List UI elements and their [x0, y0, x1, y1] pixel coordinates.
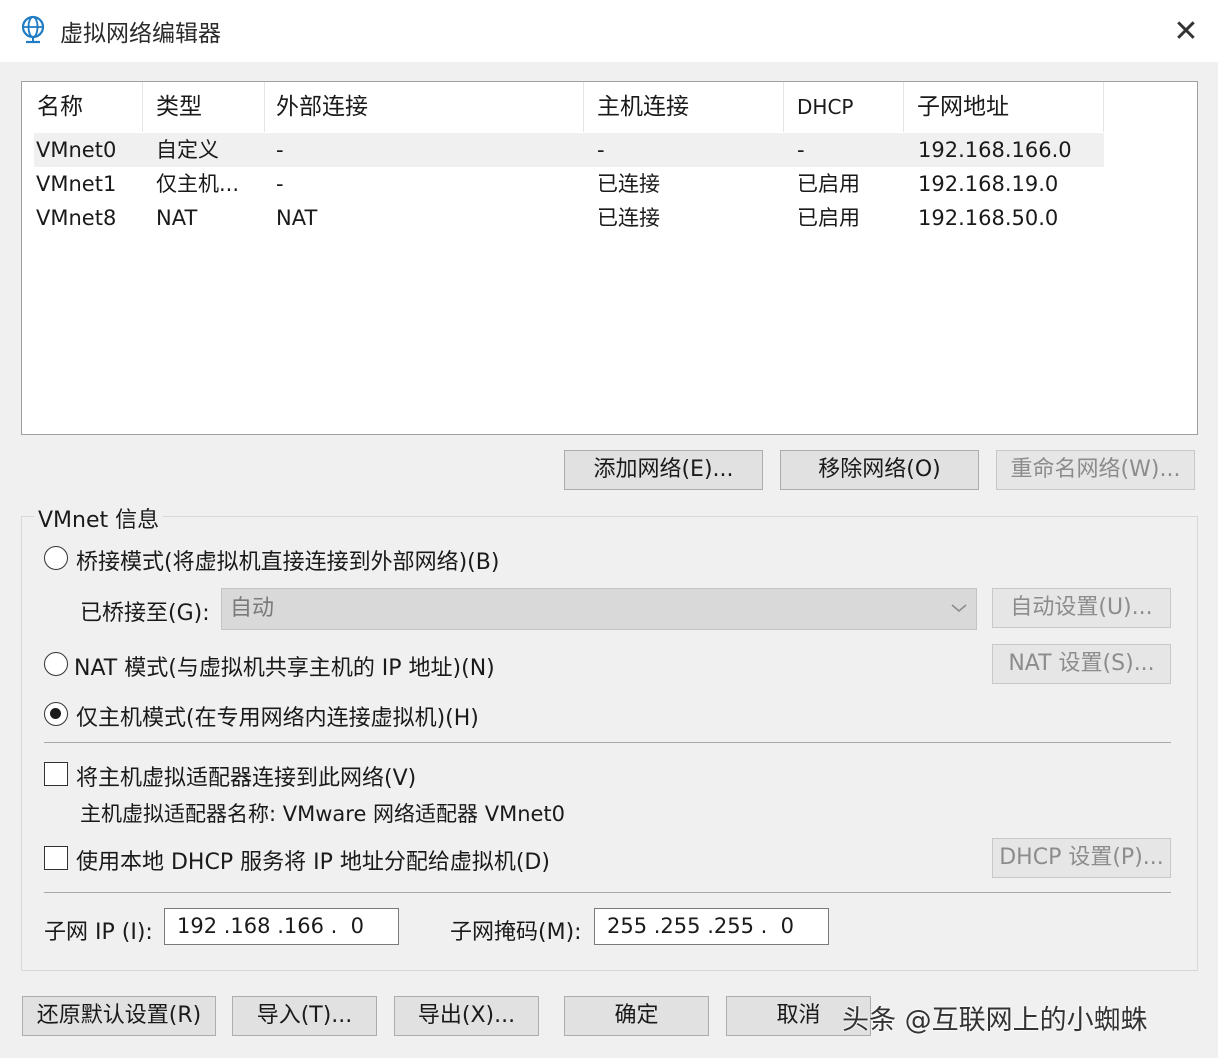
row-external: - [276, 138, 284, 162]
subnet-mask-value: 255 .255 .255 . 0 [607, 914, 795, 938]
column-header-external[interactable]: 外部连接 [273, 82, 584, 132]
row-host: 已连接 [597, 206, 660, 230]
column-header-name[interactable]: 名称 [34, 82, 143, 132]
subnet-ip-value: 192 .168 .166 . 0 [177, 914, 365, 938]
vmnet-info-group [21, 516, 1198, 971]
row-dhcp: 已启用 [797, 172, 860, 196]
dhcp-settings-button[interactable]: DHCP 设置(P)... [992, 838, 1171, 878]
row-type: 自定义 [156, 138, 219, 162]
export-button[interactable]: 导出(X)... [394, 996, 539, 1036]
remove-network-button[interactable]: 移除网络(O) [780, 450, 979, 490]
close-icon: ✕ [1173, 14, 1199, 49]
dhcp-checkbox[interactable] [44, 846, 68, 870]
row-name: VMnet1 [36, 172, 117, 196]
subnet-mask-input[interactable]: 255 .255 .255 . 0 [594, 908, 829, 945]
watermark-text: 头条 @互联网上的小蜘蛛 [842, 1005, 1148, 1036]
table-row[interactable]: VMnet8 NAT NAT 已连接 已启用 192.168.50.0 [34, 201, 1104, 235]
table-row[interactable]: VMnet1 仅主机... - 已连接 已启用 192.168.19.0 [34, 167, 1104, 201]
row-name: VMnet8 [36, 206, 117, 230]
bridged-to-label: 已桥接至(G): [80, 601, 210, 626]
subnet-ip-input[interactable]: 192 .168 .166 . 0 [164, 908, 399, 945]
host-only-mode-radio[interactable] [44, 702, 68, 726]
column-header-host[interactable]: 主机连接 [594, 82, 784, 132]
nat-mode-label[interactable]: NAT 模式(与虚拟机共享主机的 IP 地址)(N) [74, 650, 495, 682]
row-host: - [597, 138, 605, 162]
bridged-mode-label[interactable]: 桥接模式(将虚拟机直接连接到外部网络)(B) [76, 544, 499, 576]
separator [44, 892, 1171, 893]
column-header-type[interactable]: 类型 [153, 82, 265, 132]
vmnet-info-label: VMnet 信息 [34, 502, 164, 534]
dhcp-label[interactable]: 使用本地 DHCP 服务将 IP 地址分配给虚拟机(D) [76, 844, 550, 876]
nat-settings-button[interactable]: NAT 设置(S)... [992, 644, 1171, 684]
row-external: - [276, 172, 284, 196]
column-header-subnet[interactable]: 子网地址 [914, 82, 1104, 132]
network-globe-icon [21, 15, 45, 44]
restore-defaults-button[interactable]: 还原默认设置(R) [22, 996, 216, 1036]
separator [44, 742, 1171, 743]
row-type: 仅主机... [156, 172, 240, 196]
adapter-name-text: 主机虚拟适配器名称: VMware 网络适配器 VMnet0 [80, 802, 566, 826]
column-header-dhcp[interactable]: DHCP [794, 82, 904, 132]
subnet-mask-label: 子网掩码(M): [450, 920, 582, 945]
title-bar: 虚拟网络编辑器 ✕ [0, 0, 1218, 62]
row-type: NAT [156, 206, 198, 230]
row-external: NAT [276, 206, 318, 230]
row-dhcp: - [797, 138, 805, 162]
host-only-mode-label[interactable]: 仅主机模式(在专用网络内连接虚拟机)(H) [76, 700, 479, 732]
row-dhcp: 已启用 [797, 206, 860, 230]
table-row[interactable]: VMnet0 自定义 - - - 192.168.166.0 [34, 133, 1104, 167]
nat-mode-radio[interactable] [44, 652, 68, 676]
ok-button[interactable]: 确定 [564, 996, 709, 1036]
bridged-to-select[interactable]: 自动 [221, 588, 977, 630]
auto-settings-button[interactable]: 自动设置(U)... [992, 588, 1171, 628]
row-subnet: 192.168.166.0 [918, 138, 1072, 162]
rename-network-button[interactable]: 重命名网络(W)... [996, 450, 1195, 490]
connect-adapter-checkbox[interactable] [44, 762, 68, 786]
chevron-down-icon [950, 589, 968, 629]
row-host: 已连接 [597, 172, 660, 196]
subnet-ip-label: 子网 IP (I): [44, 920, 153, 945]
network-list[interactable]: 名称 类型 外部连接 主机连接 DHCP 子网地址 VMnet0 自定义 - -… [21, 81, 1198, 435]
add-network-button[interactable]: 添加网络(E)... [564, 450, 763, 490]
window-title: 虚拟网络编辑器 [60, 21, 221, 47]
connect-adapter-label[interactable]: 将主机虚拟适配器连接到此网络(V) [76, 760, 416, 792]
row-subnet: 192.168.50.0 [918, 206, 1059, 230]
row-subnet: 192.168.19.0 [918, 172, 1059, 196]
bridged-to-value: 自动 [230, 596, 275, 621]
row-name: VMnet0 [36, 138, 117, 162]
bridged-mode-radio[interactable] [44, 546, 68, 570]
radio-selected-dot [50, 708, 61, 719]
close-button[interactable]: ✕ [1166, 12, 1206, 52]
import-button[interactable]: 导入(T)... [232, 996, 377, 1036]
